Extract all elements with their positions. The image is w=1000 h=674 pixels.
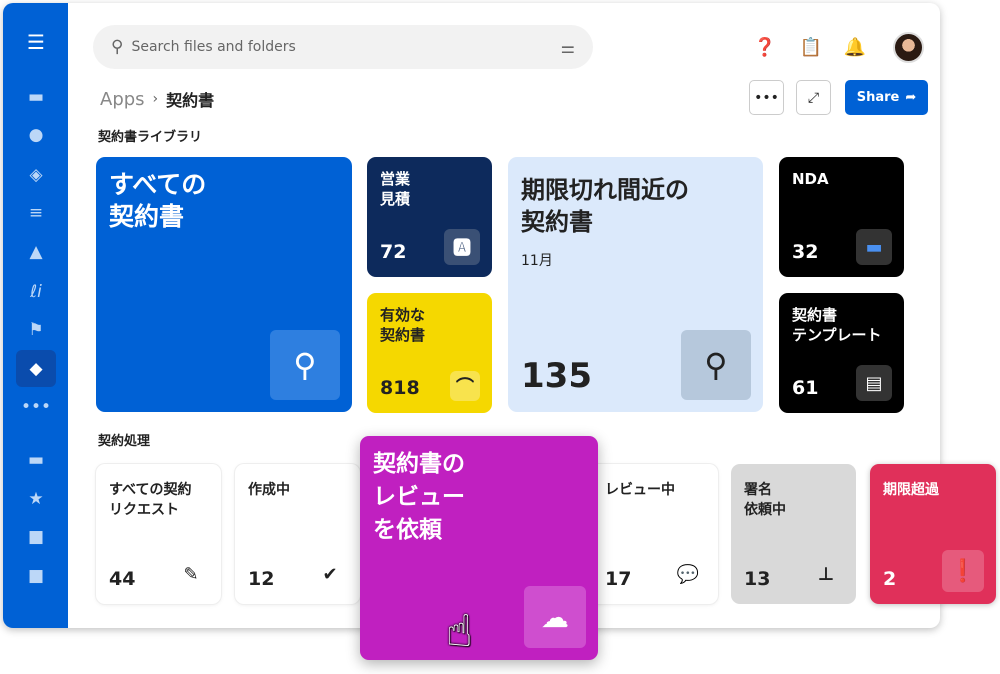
search-input[interactable]: Search files and folders	[131, 39, 295, 55]
tile-request-review[interactable]: 契約書の レビュー を依頼 ☁	[360, 436, 598, 660]
curve-icon: ⌒	[450, 371, 480, 401]
tile-title: レビュー中	[605, 482, 675, 498]
chevron-right-icon: ›	[152, 91, 159, 107]
folder-icon[interactable]: ▬	[16, 443, 56, 477]
tile-title: 期限超過	[883, 482, 939, 498]
tile-subtitle: 11月	[521, 253, 553, 269]
alert-icon: ❗	[942, 550, 984, 592]
template-icon: ▤	[856, 365, 892, 401]
library-heading: 契約書ライブラリ	[98, 130, 203, 145]
sidebar: ☰ ▬ ● ◈ ≡ ▲ ℓi ⚑ ◆ ••• ▬ ★ ■ ■	[3, 3, 68, 628]
search-icon: ⚲	[270, 330, 340, 400]
layers-icon[interactable]: ◈	[16, 158, 56, 192]
more-icon[interactable]: •••	[16, 390, 56, 424]
tile-count: 17	[605, 568, 632, 590]
tile-signature-requested[interactable]: 署名 依頼中 13 ⊥	[731, 464, 856, 604]
contracts-icon[interactable]: ◆	[16, 350, 56, 387]
tile-templates[interactable]: 契約書 テンプレート 61 ▤	[779, 293, 904, 413]
share-arrow-icon: ➦	[905, 90, 917, 105]
flag-icon[interactable]: ⚑	[16, 313, 56, 347]
tile-count: 12	[248, 568, 275, 590]
bell-icon[interactable]: 🔔	[843, 35, 867, 59]
folder-icon[interactable]: ▬	[16, 80, 56, 114]
search-icon: ⚲	[681, 330, 751, 400]
expand-icon: ⤢	[807, 89, 820, 106]
tile-sales-quotes[interactable]: 営業 見積 72 🅰	[367, 157, 492, 277]
tile-count: 44	[109, 568, 136, 590]
chat-icon: 💬	[676, 563, 700, 585]
more-button[interactable]: •••	[749, 80, 784, 115]
filter-icon[interactable]: ⚌	[561, 38, 575, 57]
tile-title: 契約書の レビュー を依頼	[373, 451, 465, 543]
tile-title: 作成中	[248, 482, 290, 498]
tile-drafting[interactable]: 作成中 12 ✔	[235, 464, 360, 604]
sign-icon[interactable]: ℓi	[16, 275, 56, 309]
search-bar[interactable]: ⚲ Search files and folders ⚌	[93, 25, 593, 69]
shared-folder-icon: ▬	[856, 229, 892, 265]
stamp-icon: ⊥	[817, 563, 835, 585]
tile-expiring-contracts[interactable]: 期限切れ間近の 契約書 11月 135 ⚲	[508, 157, 763, 412]
collection-icon[interactable]: ■	[16, 559, 56, 593]
hand-cursor-icon: ☝	[446, 606, 473, 657]
avatar[interactable]	[893, 32, 924, 63]
tile-count: 135	[521, 356, 592, 396]
starred-collection-icon[interactable]: ★	[16, 482, 56, 516]
share-label: Share	[856, 90, 900, 105]
tile-title: 契約書 テンプレート	[792, 306, 882, 344]
tile-nda[interactable]: NDA 32 ▬	[779, 157, 904, 277]
share-button[interactable]: Share ➦	[845, 80, 928, 115]
tile-overdue[interactable]: 期限超過 2 ❗	[870, 464, 996, 604]
tile-title: すべての契約 リクエスト	[109, 482, 192, 518]
pen-icon: ✎	[183, 563, 199, 585]
tile-title: すべての 契約書	[109, 170, 207, 231]
tile-count: 13	[744, 568, 771, 590]
breadcrumb-root[interactable]: Apps	[100, 89, 145, 110]
document-icon: 🅰	[444, 229, 480, 265]
breadcrumb-current: 契約書	[166, 91, 215, 110]
tasks-icon[interactable]: 📋	[799, 35, 823, 59]
clock-icon[interactable]: ●	[16, 118, 56, 152]
tile-count: 61	[792, 377, 819, 399]
process-heading: 契約処理	[98, 434, 151, 449]
check-icon: ✔	[322, 563, 338, 585]
tile-count: 72	[380, 241, 407, 263]
help-icon[interactable]: ❓	[753, 35, 777, 59]
tile-title: 有効な 契約書	[380, 306, 426, 344]
collection-icon[interactable]: ■	[16, 520, 56, 554]
cloud-upload-icon: ☁	[524, 586, 586, 648]
tile-count: 2	[883, 568, 897, 590]
expand-button[interactable]: ⤢	[796, 80, 831, 115]
tile-all-contracts[interactable]: すべての 契約書 ⚲	[96, 157, 352, 412]
tile-all-requests[interactable]: すべての契約 リクエスト 44 ✎	[96, 464, 221, 604]
search-icon: ⚲	[111, 37, 124, 57]
tile-count: 32	[792, 241, 819, 263]
notes-icon[interactable]: ≡	[16, 196, 56, 230]
tile-in-review[interactable]: レビュー中 17 💬	[583, 464, 718, 604]
tile-valid-contracts[interactable]: 有効な 契約書 818 ⌒	[367, 293, 492, 413]
shapes-icon[interactable]: ▲	[16, 235, 56, 269]
tile-title: 署名 依頼中	[744, 482, 786, 518]
breadcrumb: Apps › 契約書	[100, 87, 214, 111]
tile-count: 818	[380, 377, 420, 399]
tile-title: NDA	[792, 170, 829, 188]
tile-title: 営業 見積	[380, 170, 411, 208]
tile-title: 期限切れ間近の 契約書	[521, 176, 689, 236]
menu-icon[interactable]: ☰	[16, 25, 56, 59]
